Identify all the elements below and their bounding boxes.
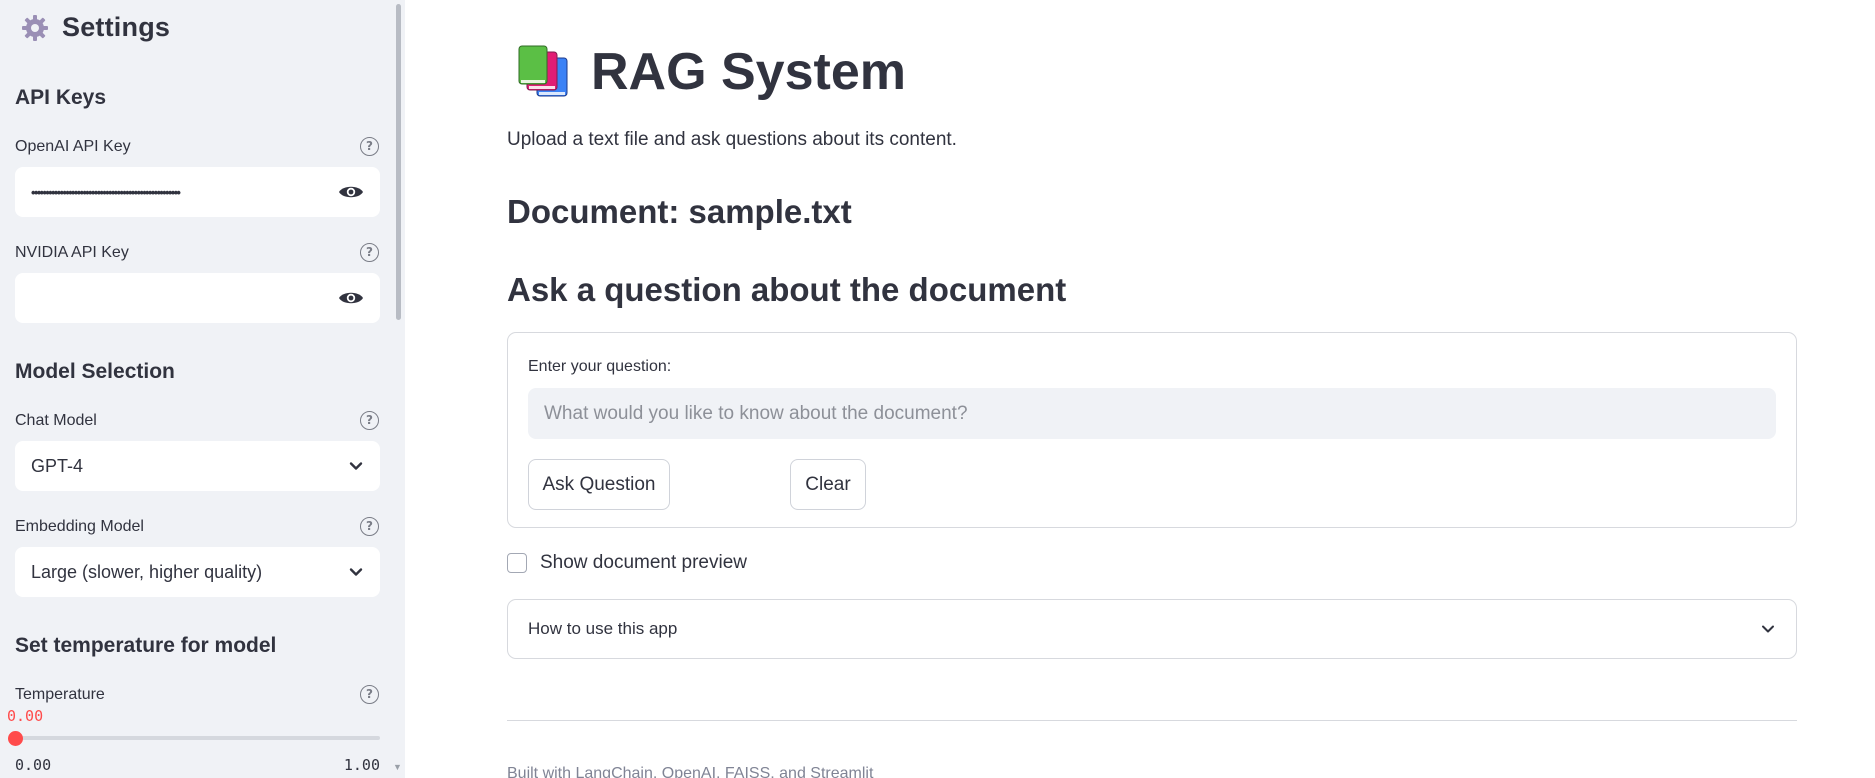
divider <box>507 720 1797 721</box>
openai-key-label: OpenAI API Key <box>15 138 131 155</box>
question-form: Enter your question: What would you like… <box>507 332 1797 528</box>
question-input[interactable]: What would you like to know about the do… <box>528 388 1776 439</box>
preview-checkbox-label[interactable]: Show document preview <box>540 552 747 574</box>
footer-text: Built with LangChain, OpenAI, FAISS, and… <box>507 765 874 778</box>
temperature-slider-thumb[interactable] <box>8 731 23 746</box>
api-keys-heading: API Keys <box>15 86 107 109</box>
embedding-model-select[interactable]: Large (slower, higher quality) <box>15 547 380 597</box>
expander-label[interactable]: How to use this app <box>528 619 1760 639</box>
document-preview-toggle[interactable]: Show document preview <box>507 552 747 574</box>
scroll-down-arrow-icon[interactable]: ▼ <box>393 762 402 772</box>
page-subtitle: Upload a text file and ask questions abo… <box>507 129 957 150</box>
gear-icon <box>22 14 48 41</box>
preview-checkbox[interactable] <box>507 553 527 573</box>
chat-model-select[interactable]: GPT-4 <box>15 441 380 491</box>
books-icon <box>518 45 568 97</box>
sidebar-title: Settings <box>62 12 171 42</box>
help-icon[interactable]: ? <box>360 137 379 156</box>
document-heading: Document: sample.txt <box>507 193 852 230</box>
help-icon[interactable]: ? <box>360 685 379 704</box>
temperature-value: 0.00 <box>7 707 44 725</box>
chevron-down-icon <box>349 462 363 470</box>
help-icon[interactable]: ? <box>360 411 379 430</box>
main-content: RAG System Upload a text file and ask qu… <box>507 0 1797 778</box>
openai-key-value: ••••••••••••••••••••••••••••••••••••••••… <box>31 184 181 200</box>
sidebar-scrollbar-thumb[interactable] <box>396 4 401 320</box>
sidebar: Settings API Keys OpenAI API Key ? •••••… <box>0 0 405 778</box>
sidebar-header: Settings <box>20 12 170 43</box>
model-selection-heading: Model Selection <box>15 360 175 383</box>
nvidia-key-input[interactable] <box>15 273 380 323</box>
help-icon[interactable]: ? <box>360 243 379 262</box>
embedding-model-value: Large (slower, higher quality) <box>31 561 263 582</box>
sidebar-scrollbar[interactable] <box>394 0 405 778</box>
eye-icon[interactable] <box>338 289 364 307</box>
eye-icon[interactable] <box>338 183 364 201</box>
temperature-label: Temperature <box>15 686 105 703</box>
chevron-down-icon <box>349 568 363 576</box>
help-icon[interactable]: ? <box>360 517 379 536</box>
how-to-use-expander[interactable]: How to use this app <box>507 599 1797 659</box>
question-label: Enter your question: <box>528 358 672 375</box>
clear-button[interactable]: Clear <box>790 459 866 510</box>
chat-model-label: Chat Model <box>15 412 97 429</box>
ask-heading: Ask a question about the document <box>507 271 1067 308</box>
ask-question-button[interactable]: Ask Question <box>528 459 670 510</box>
page-title: RAG System <box>591 43 906 101</box>
embedding-model-label: Embedding Model <box>15 518 144 535</box>
temperature-min: 0.00 <box>15 756 52 774</box>
temperature-max: 1.00 <box>343 756 380 774</box>
chevron-down-icon[interactable] <box>1760 621 1776 637</box>
page-header: RAG System <box>517 42 906 102</box>
chat-model-value: GPT-4 <box>31 455 84 476</box>
nvidia-key-label: NVIDIA API Key <box>15 244 129 261</box>
openai-key-input[interactable]: ••••••••••••••••••••••••••••••••••••••••… <box>15 167 380 217</box>
temperature-heading: Set temperature for model <box>15 634 277 657</box>
temperature-slider-track[interactable] <box>15 736 380 740</box>
